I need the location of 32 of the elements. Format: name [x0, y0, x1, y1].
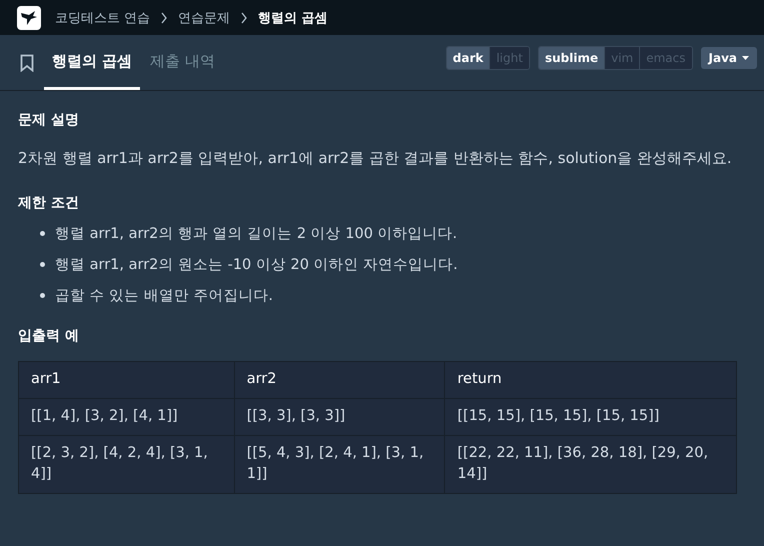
chevron-icon [240, 12, 248, 24]
constraint-text: 곱할 수 있는 배열만 주어집니다. [55, 287, 274, 305]
section-heading: 문제 설명 [18, 111, 80, 129]
caret-icon [742, 56, 749, 60]
toggle-option[interactable]: sublime [538, 47, 604, 69]
bullet-icon [40, 262, 45, 267]
breadcrumb-link[interactable]: 코딩테스트 연습 [55, 8, 150, 26]
description-text: 2차원 행렬 arr1과 arr2를 입력받아, arr1에 arr2를 곱한 결과를 반환하는 함수, solution을 완성해주세요. [18, 149, 733, 168]
bullet-icon [40, 293, 45, 298]
bird-logo-icon[interactable] [17, 6, 41, 30]
breadcrumb-link[interactable]: 행렬의 곱셈 [258, 8, 328, 26]
breadcrumb-link[interactable]: 연습문제 [178, 8, 230, 26]
table-cell: [[15, 15], [15, 15], [15, 15]] [444, 398, 736, 435]
table-cell: [[3, 3], [3, 3]] [234, 398, 445, 435]
section-heading: 입출력 예 [18, 327, 80, 345]
table-cell: [[5, 4, 3], [2, 4, 1], [3, 1, 1]] [234, 435, 445, 494]
table-cell: [[2, 3, 2], [4, 2, 4], [3, 1, 4]] [18, 435, 234, 494]
column-header: arr1 [18, 362, 234, 398]
constraint-text: 행렬 arr1, arr2의 행과 열의 길이는 2 이상 100 이하입니다. [55, 225, 458, 243]
tab[interactable]: 제출 내역 [142, 35, 224, 90]
language-dropdown[interactable]: Java [700, 47, 757, 69]
constraint-text: 행렬 arr1, arr2의 원소는 -10 이상 20 이하인 자연수입니다. [55, 256, 458, 274]
tab[interactable]: 행렬의 곱셈 [44, 35, 140, 90]
column-header: arr2 [234, 362, 445, 398]
toggle-option[interactable]: dark [446, 47, 490, 69]
bullet-icon [40, 231, 45, 236]
chevron-icon [160, 12, 168, 24]
table-cell: [[1, 4], [3, 2], [4, 1]] [18, 398, 234, 435]
table-cell: [[22, 22, 11], [36, 28, 18], [29, 20, 14]] [444, 435, 736, 494]
section-heading: 제한 조건 [18, 194, 80, 212]
column-header: return [444, 362, 736, 398]
bookmark-icon [20, 54, 34, 72]
